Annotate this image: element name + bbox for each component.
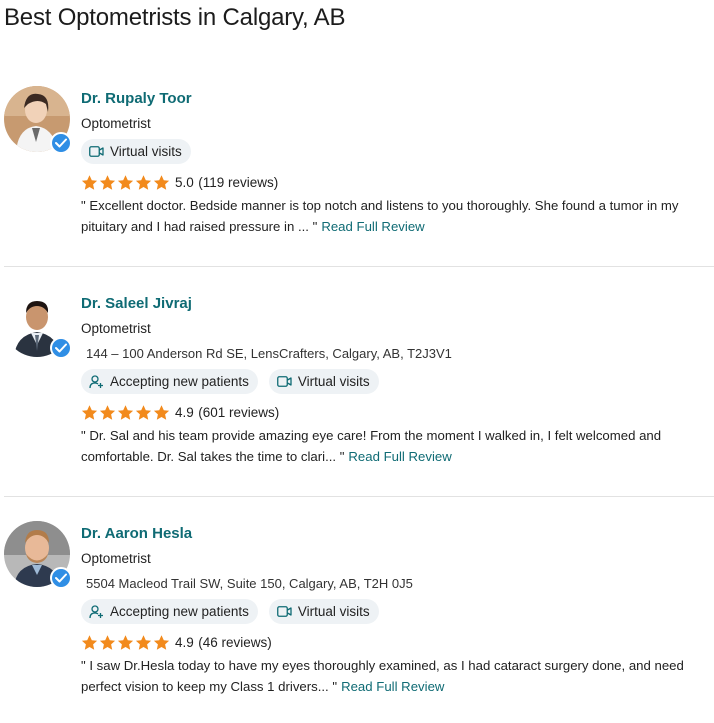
verified-check-icon — [50, 337, 72, 359]
star-icon — [153, 634, 170, 650]
pill-label: Virtual visits — [110, 144, 182, 159]
verified-check-icon — [50, 132, 72, 154]
doctor-info: Dr. Saleel Jivraj Optometrist 144 – 100 … — [81, 294, 710, 467]
review-count: (46 reviews) — [198, 634, 272, 650]
virtual-visits-pill: Virtual visits — [268, 599, 379, 624]
virtual-visits-pill: Virtual visits — [268, 369, 379, 394]
doctor-address: 5504 Macleod Trail SW, Suite 150, Calgar… — [86, 576, 413, 591]
avatar[interactable] — [4, 521, 72, 589]
doctor-specialty: Optometrist — [81, 116, 151, 131]
pill-label: Accepting new patients — [110, 374, 249, 389]
doctor-name-link[interactable]: Dr. Rupaly Toor — [81, 89, 710, 109]
rating-row: 4.9 (601 reviews) — [81, 403, 710, 421]
star-icon — [81, 404, 98, 420]
star-icon — [81, 634, 98, 650]
rating-value: 5.0 — [175, 174, 194, 190]
star-icon — [117, 174, 134, 190]
avatar[interactable] — [4, 291, 72, 359]
star-icon — [99, 404, 116, 420]
divider — [4, 266, 714, 267]
doctor-name-link[interactable]: Dr. Aaron Hesla — [81, 524, 710, 544]
feature-pills: Accepting new patients Virtual visits — [81, 369, 710, 394]
star-rating — [81, 174, 170, 191]
star-rating — [81, 634, 170, 651]
pill-label: Virtual visits — [297, 374, 370, 389]
read-full-review-link[interactable]: Read Full Review — [321, 219, 424, 234]
rating-row: 5.0 (119 reviews) — [81, 173, 710, 191]
star-icon — [117, 404, 134, 420]
star-icon — [99, 634, 116, 650]
review-snippet: " I saw Dr.Hesla today to have my eyes t… — [81, 655, 706, 697]
star-icon — [153, 404, 170, 420]
star-icon — [135, 404, 152, 420]
feature-pills: Virtual visits — [81, 139, 710, 164]
star-icon — [135, 174, 152, 190]
doctor-specialty: Optometrist — [81, 551, 151, 566]
pill-label: Accepting new patients — [110, 604, 249, 619]
video-camera-icon — [276, 376, 292, 387]
review-snippet: " Dr. Sal and his team provide amazing e… — [81, 425, 706, 467]
star-icon — [99, 174, 116, 190]
doctor-info: Dr. Aaron Hesla Optometrist 5504 Macleod… — [81, 524, 710, 697]
video-camera-icon — [276, 606, 292, 617]
video-camera-icon — [89, 146, 104, 157]
rating-row: 4.9 (46 reviews) — [81, 633, 710, 651]
review-count: (119 reviews) — [198, 174, 279, 190]
review-snippet: " Excellent doctor. Bedside manner is to… — [81, 195, 706, 237]
accepting-new-patients-pill: Accepting new patients — [81, 599, 258, 624]
add-user-icon — [89, 604, 103, 618]
star-icon — [135, 634, 152, 650]
page-title: Best Optometrists in Calgary, AB — [4, 4, 346, 31]
doctor-address: 144 – 100 Anderson Rd SE, LensCrafters, … — [86, 346, 452, 361]
star-rating — [81, 404, 170, 421]
avatar[interactable] — [4, 86, 72, 154]
doctor-info: Dr. Rupaly Toor Optometrist Virtual visi… — [81, 89, 710, 237]
pill-label: Virtual visits — [297, 604, 370, 619]
star-icon — [117, 634, 134, 650]
rating-value: 4.9 — [175, 404, 194, 420]
virtual-visits-pill: Virtual visits — [81, 139, 191, 164]
star-icon — [153, 174, 170, 190]
doctor-name-link[interactable]: Dr. Saleel Jivraj — [81, 294, 710, 314]
review-count: (601 reviews) — [198, 404, 280, 420]
verified-check-icon — [50, 567, 72, 589]
add-user-icon — [89, 374, 103, 388]
star-icon — [81, 174, 98, 190]
read-full-review-link[interactable]: Read Full Review — [348, 449, 451, 464]
rating-value: 4.9 — [175, 634, 194, 650]
accepting-new-patients-pill: Accepting new patients — [81, 369, 258, 394]
divider — [4, 496, 714, 497]
read-full-review-link[interactable]: Read Full Review — [341, 679, 444, 694]
feature-pills: Accepting new patients Virtual visits — [81, 599, 710, 624]
doctor-specialty: Optometrist — [81, 321, 151, 336]
